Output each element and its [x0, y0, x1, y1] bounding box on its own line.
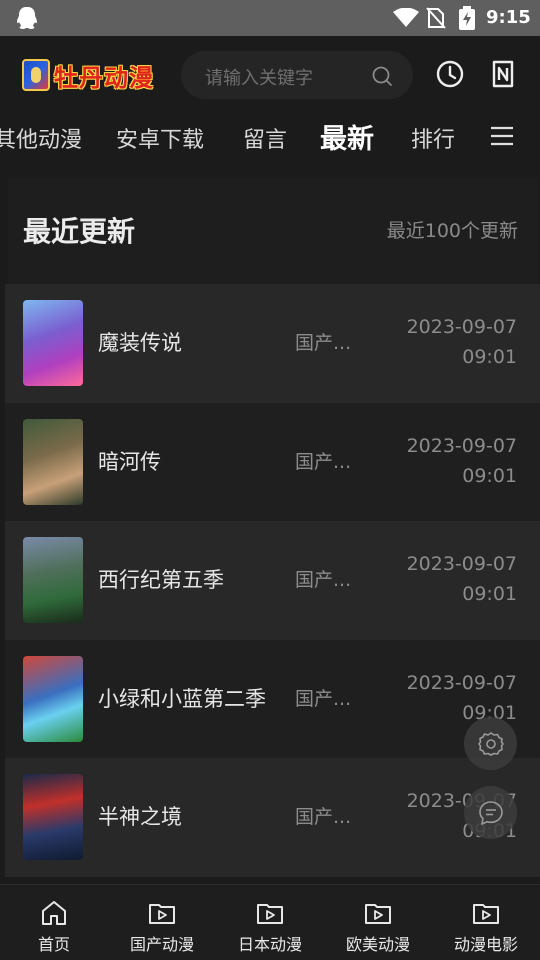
- no-sim-icon: [426, 7, 446, 29]
- recent-updates-header: 最近更新 最近100个更新: [8, 178, 538, 284]
- tab-ranking[interactable]: 排行: [411, 122, 455, 154]
- cover-image[interactable]: [23, 418, 83, 505]
- anime-title[interactable]: 半神之境: [98, 758, 268, 876]
- tab-latest[interactable]: 最新: [320, 117, 374, 156]
- search-icon[interactable]: [371, 65, 393, 87]
- section-title: 最近更新: [23, 215, 136, 248]
- anime-title[interactable]: 西行纪第五季: [98, 521, 268, 639]
- cover-image[interactable]: [23, 655, 83, 742]
- update-list: 魔装传说 国产... 2023-09-07 09:01 暗河传 国产... 20…: [5, 284, 540, 877]
- update-time: 09:01: [462, 464, 517, 487]
- update-date: 2023-09-07: [406, 671, 517, 694]
- video-folder-icon: [149, 904, 175, 924]
- bottom-nav-label: 日本动漫: [237, 935, 302, 954]
- update-date: 2023-09-07: [406, 553, 517, 575]
- gear-icon: [477, 731, 504, 756]
- anime-title[interactable]: 小绿和小蓝第二季: [98, 640, 268, 758]
- tab-message-board[interactable]: 留言: [243, 122, 287, 154]
- bottom-nav-western[interactable]: 欧美动漫: [324, 885, 432, 960]
- bottom-nav-label: 动漫电影: [453, 935, 518, 954]
- video-folder-icon: [257, 904, 283, 924]
- video-folder-icon: [365, 904, 391, 924]
- app-header: 牡丹动漫 请输入关键字: [0, 36, 540, 112]
- update-time: 09:01: [462, 583, 517, 605]
- bottom-nav-domestic[interactable]: 国产动漫: [108, 885, 216, 960]
- update-time: 09:01: [462, 346, 517, 368]
- cover-image[interactable]: [23, 774, 83, 860]
- anime-category: 国产...: [295, 450, 352, 473]
- update-datetime: 2023-09-07 09:01: [407, 549, 517, 609]
- search-placeholder[interactable]: 请输入关键字: [205, 64, 313, 90]
- category-nav: 其他动漫 安卓下载 留言 最新 排行: [0, 112, 540, 170]
- bottom-nav: 首页 国产动漫 日本动漫 欧美动漫 动漫电影: [0, 884, 540, 960]
- bottom-nav-label: 欧美动漫: [345, 935, 410, 954]
- wifi-icon: [393, 8, 419, 27]
- update-date: 2023-09-07: [406, 316, 517, 338]
- list-item[interactable]: 暗河传 国产... 2023-09-07 09:01: [5, 402, 540, 521]
- bottom-nav-label: 首页: [37, 935, 70, 954]
- update-datetime: 2023-09-07 09:01: [407, 431, 517, 491]
- anime-category: 国产...: [295, 569, 352, 591]
- bottom-nav-label: 国产动漫: [129, 935, 194, 954]
- cover-image[interactable]: [23, 537, 83, 623]
- list-item[interactable]: 半神之境 国产... 2023-09-07 09:01: [5, 758, 540, 877]
- logo-badge-icon: [22, 59, 50, 91]
- app-logo[interactable]: 牡丹动漫: [22, 58, 154, 92]
- clock-time: 9:15: [486, 7, 531, 28]
- anime-title[interactable]: 暗河传: [98, 403, 268, 521]
- cover-image[interactable]: [23, 300, 83, 386]
- status-bar: 9:15: [0, 0, 540, 36]
- video-folder-icon: [473, 904, 499, 924]
- anime-title[interactable]: 魔装传说: [98, 284, 268, 402]
- history-icon[interactable]: [436, 60, 464, 88]
- anime-category: 国产...: [295, 332, 352, 354]
- update-datetime: 2023-09-07 09:01: [407, 312, 517, 372]
- anime-category: 国产...: [295, 687, 352, 710]
- bookmark-icon[interactable]: [491, 60, 515, 88]
- bottom-nav-home[interactable]: 首页: [0, 885, 108, 960]
- battery-charging-icon: [459, 6, 475, 30]
- menu-icon[interactable]: [491, 126, 513, 146]
- home-icon: [42, 901, 66, 925]
- list-item[interactable]: 西行纪第五季 国产... 2023-09-07 09:01: [5, 521, 540, 640]
- qq-icon: [17, 7, 37, 29]
- chat-bubble-icon: [478, 800, 503, 825]
- tab-android-download[interactable]: 安卓下载: [116, 122, 204, 154]
- tab-other-anime[interactable]: 其他动漫: [0, 122, 82, 154]
- section-subtitle: 最近100个更新: [386, 220, 518, 242]
- bottom-nav-movies[interactable]: 动漫电影: [432, 885, 540, 960]
- list-item[interactable]: 魔装传说 国产... 2023-09-07 09:01: [5, 284, 540, 403]
- anime-category: 国产...: [295, 806, 352, 828]
- search-box[interactable]: 请输入关键字: [181, 51, 413, 99]
- list-item[interactable]: 小绿和小蓝第二季 国产... 2023-09-07 09:01: [5, 639, 540, 758]
- bottom-nav-japanese[interactable]: 日本动漫: [216, 885, 324, 960]
- update-date: 2023-09-07: [406, 434, 517, 457]
- comment-button[interactable]: [464, 786, 517, 839]
- logo-text: 牡丹动漫: [54, 62, 154, 92]
- settings-button[interactable]: [464, 717, 517, 770]
